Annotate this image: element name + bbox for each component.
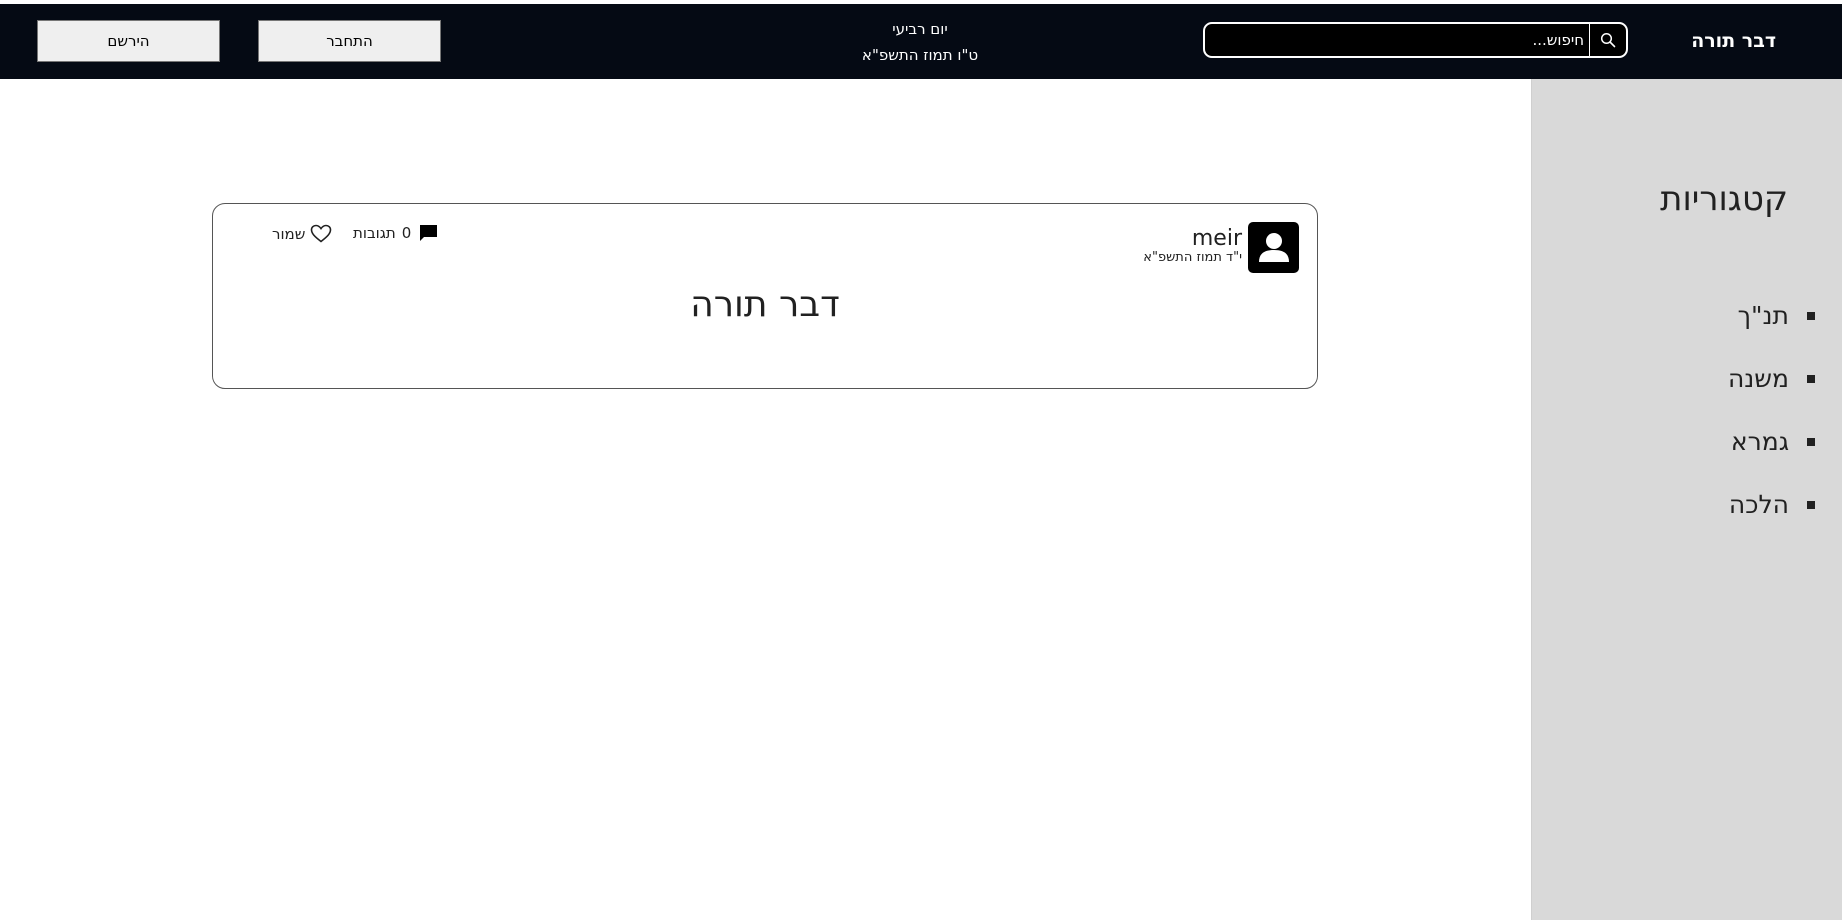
weekday-text: יום רביעי [892,20,948,38]
category-label: הלכה [1728,490,1789,519]
category-label: משנה [1727,364,1789,393]
post-title[interactable]: דבר תורה [213,284,1317,325]
search-box [1203,22,1628,58]
category-item-gemara[interactable]: גמרא [1728,427,1815,490]
categories-sidebar: קטגוריות תנ"ך משנה גמרא הלכה [1531,79,1843,920]
search-button[interactable] [1589,24,1626,56]
category-item-tanakh[interactable]: תנ"ך [1728,301,1815,364]
comment-icon [419,224,438,242]
category-item-mishna[interactable]: משנה [1727,364,1815,427]
bullet-icon [1807,312,1815,320]
top-navbar: דבר תורה יום רביעי ט"ו תמוז התשפ"א התחבר… [0,4,1842,79]
sidebar-title: קטגוריות [1660,179,1788,219]
comments-link[interactable]: 0 תגובות [353,224,438,242]
site-brand[interactable]: דבר תורה [1691,4,1776,79]
author-avatar[interactable] [1248,222,1299,273]
page: דבר תורה יום רביעי ט"ו תמוז התשפ"א התחבר… [0,0,1845,920]
category-list: תנ"ך משנה גמרא הלכה [1727,301,1815,553]
user-avatar-icon [1258,232,1289,262]
category-item-halacha[interactable]: הלכה [1728,490,1815,553]
heart-icon [310,224,332,243]
search-icon [1600,32,1616,48]
register-button[interactable]: הירשם [37,20,220,62]
date-display: יום רביעי ט"ו תמוז התשפ"א [820,16,1020,68]
hebrew-date-text: ט"ו תמוז התשפ"א [861,46,979,64]
comments-count: 0 [401,224,412,242]
post-date: י"ד תמוז התשפ"א [1143,250,1242,265]
category-label: גמרא [1730,427,1789,456]
comments-label: תגובות [353,224,396,242]
save-label: שמור [272,224,306,243]
login-button[interactable]: התחבר [258,20,441,62]
post-card: meir י"ד תמוז התשפ"א 0 תגובות שמור דבר ת… [212,203,1318,389]
post-author[interactable]: meir [1192,226,1242,251]
search-input[interactable] [1208,24,1588,56]
bullet-icon [1807,501,1815,509]
save-button[interactable]: שמור [272,224,332,243]
bullet-icon [1807,438,1815,446]
bullet-icon [1807,375,1815,383]
category-label: תנ"ך [1737,301,1789,330]
